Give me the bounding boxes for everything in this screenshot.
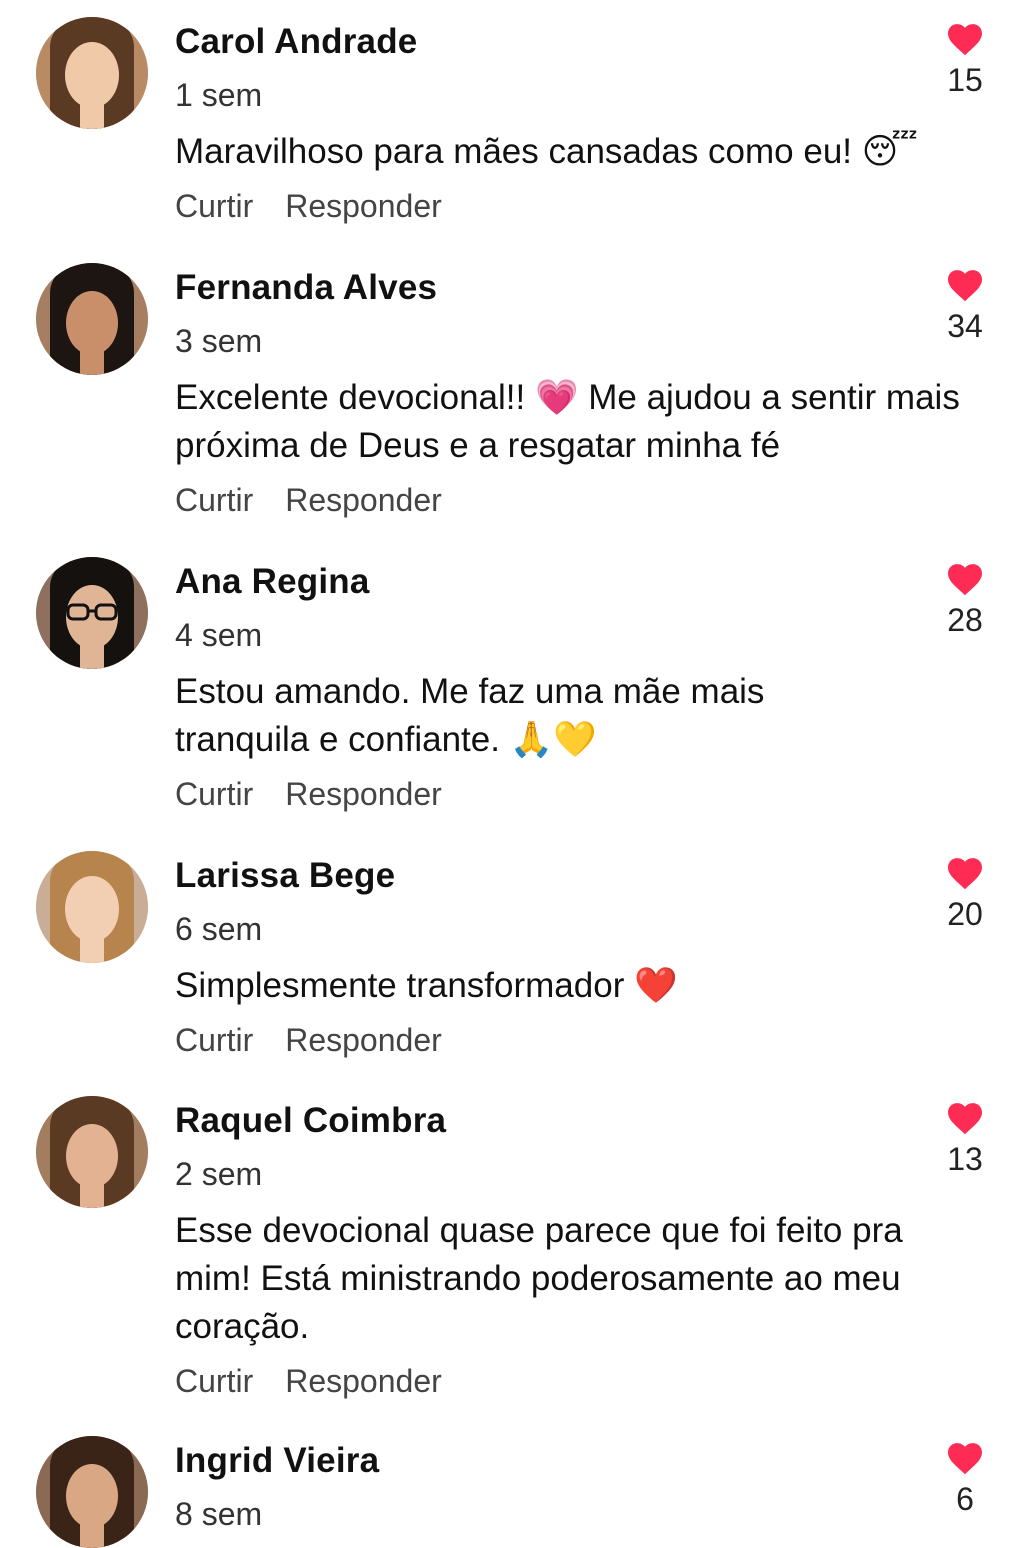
like-count: 15 xyxy=(947,62,983,98)
comment-text: Estou amando. Me faz uma mãe mais tranqu… xyxy=(175,672,765,759)
like-count: 6 xyxy=(956,1481,974,1517)
comment-item: Fernanda Alves 3 sem Excelente devociona… xyxy=(0,263,1024,528)
reply-button[interactable]: Responder xyxy=(285,188,442,224)
like-comment-button[interactable]: Curtir xyxy=(175,188,253,224)
like-count: 20 xyxy=(947,896,983,932)
comment-actions: Curtir Responder xyxy=(175,188,442,225)
heart-icon[interactable] xyxy=(946,562,984,596)
comment-time: 8 sem xyxy=(175,1496,263,1532)
like-control: 6 xyxy=(940,1441,990,1518)
avatar[interactable] xyxy=(36,1096,148,1208)
heart-icon[interactable] xyxy=(946,268,984,302)
like-control: 20 xyxy=(940,856,990,933)
comment-time: 2 sem xyxy=(175,1156,263,1192)
comment-item: Ingrid Vieira 8 sem 6 xyxy=(0,1436,1024,1548)
like-control: 15 xyxy=(940,22,990,99)
like-comment-button[interactable]: Curtir xyxy=(175,1022,253,1058)
comment-actions: Curtir Responder xyxy=(175,1022,442,1059)
heart-icon[interactable] xyxy=(946,856,984,890)
like-count: 28 xyxy=(947,602,983,638)
like-control: 28 xyxy=(940,562,990,639)
comment-actions: Curtir Responder xyxy=(175,1363,442,1400)
comment-item: Carol Andrade 1 sem Maravilhoso para mãe… xyxy=(0,17,1024,232)
reply-button[interactable]: Responder xyxy=(285,482,442,518)
commenter-name[interactable]: Ana Regina xyxy=(175,562,370,602)
like-comment-button[interactable]: Curtir xyxy=(175,776,253,812)
commenter-name[interactable]: Fernanda Alves xyxy=(175,268,437,308)
comment-time: 1 sem xyxy=(175,77,263,113)
like-control: 13 xyxy=(940,1101,990,1178)
commenter-name[interactable]: Ingrid Vieira xyxy=(175,1441,379,1481)
comment-time: 4 sem xyxy=(175,617,263,653)
comment-item: Larissa Bege 6 sem Simplesmente transfor… xyxy=(0,851,1024,1066)
commenter-name[interactable]: Raquel Coimbra xyxy=(175,1101,446,1141)
reply-button[interactable]: Responder xyxy=(285,1022,442,1058)
heart-icon[interactable] xyxy=(946,1101,984,1135)
comment-actions: Curtir Responder xyxy=(175,776,442,813)
heart-icon[interactable] xyxy=(946,22,984,56)
avatar[interactable] xyxy=(36,263,148,375)
avatar[interactable] xyxy=(36,1436,148,1548)
like-count: 34 xyxy=(947,308,983,344)
avatar[interactable] xyxy=(36,17,148,129)
comment-text: Excelente devocional!! 💗 Me ajudou a sen… xyxy=(175,378,960,465)
avatar[interactable] xyxy=(36,557,148,669)
comment-text: Maravilhoso para mães cansadas como eu! … xyxy=(175,132,918,171)
comment-actions: Curtir Responder xyxy=(175,482,442,519)
commenter-name[interactable]: Carol Andrade xyxy=(175,22,417,62)
heart-icon[interactable] xyxy=(946,1441,984,1475)
comment-item: Raquel Coimbra 2 sem Esse devocional qua… xyxy=(0,1096,1024,1401)
comment-time: 3 sem xyxy=(175,323,263,359)
comment-item: Ana Regina 4 sem Estou amando. Me faz um… xyxy=(0,557,1024,822)
like-comment-button[interactable]: Curtir xyxy=(175,482,253,518)
reply-button[interactable]: Responder xyxy=(285,1363,442,1399)
like-control: 34 xyxy=(940,268,990,345)
comment-time: 6 sem xyxy=(175,911,263,947)
avatar[interactable] xyxy=(36,851,148,963)
commenter-name[interactable]: Larissa Bege xyxy=(175,856,395,896)
comment-text: Esse devocional quase parece que foi fei… xyxy=(175,1211,903,1346)
comment-text: Simplesmente transformador ❤️ xyxy=(175,966,678,1005)
like-count: 13 xyxy=(947,1141,983,1177)
reply-button[interactable]: Responder xyxy=(285,776,442,812)
like-comment-button[interactable]: Curtir xyxy=(175,1363,253,1399)
